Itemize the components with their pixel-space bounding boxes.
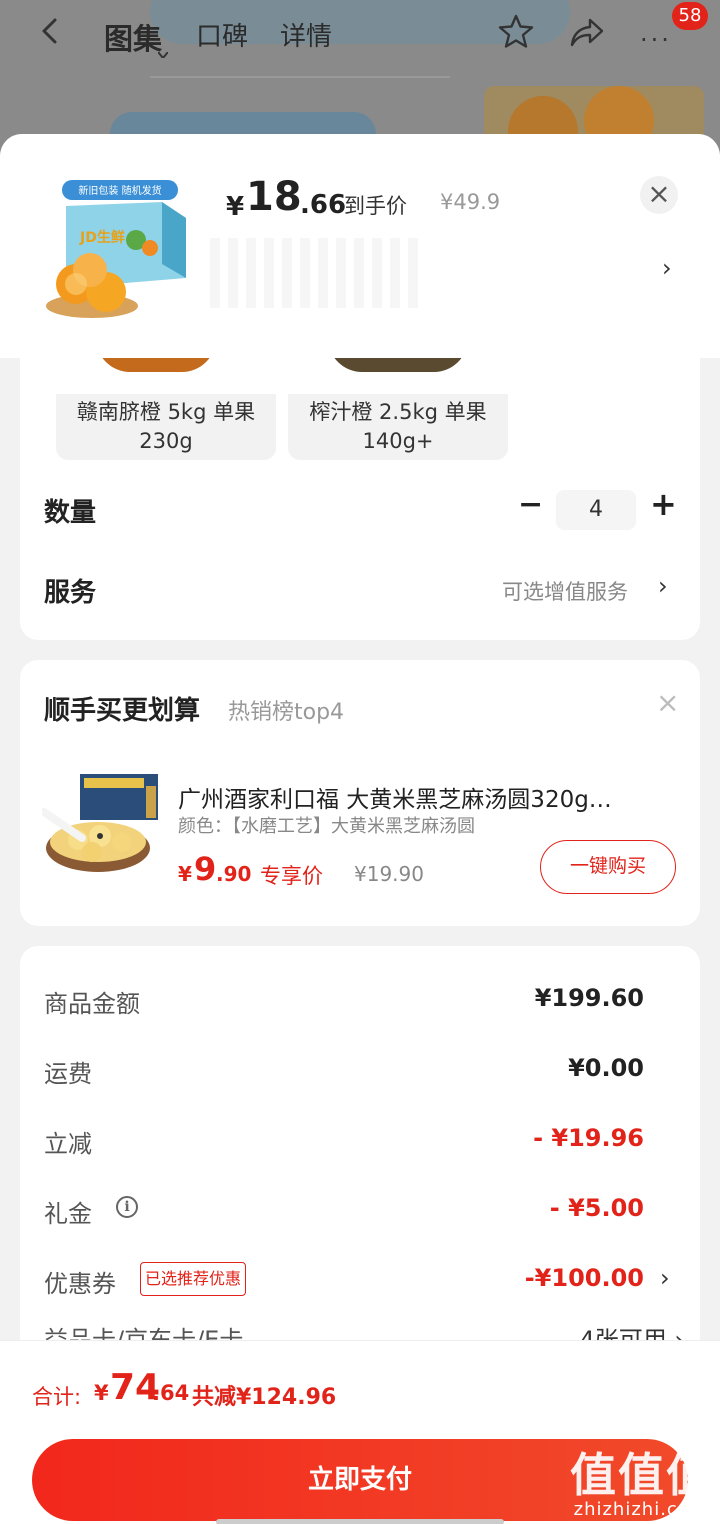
watermark-logo: 值 值 值 zhizhizhi.com [566,1439,716,1524]
summary-row-gift-money: 礼金 i - ¥5.00 [20,1194,700,1234]
product-image[interactable]: 新旧包装 随机发货 JD生鲜 [40,174,200,334]
total-label: 合计: [32,1385,82,1409]
tab-indicator [158,52,168,58]
summary-value: ¥0.00 [568,1054,644,1082]
recommendation-price-integer: 9 [194,850,217,888]
recommendation-title: 顺手买更划算 [44,696,201,726]
spec-options-card: 赣南脐橙 5kg 单果230g 榨汁橙 2.5kg 单果140g+ 数量 − 4… [20,358,700,640]
summary-value: -¥100.00 [524,1264,644,1292]
recommendation-name[interactable]: 广州酒家利口福 大黄米黑芝麻汤圆320g… [178,780,670,814]
tab-reviews[interactable]: 口碑 [196,16,248,53]
recommendation-spec: 颜色：【水磨工艺】大黄米黑芝麻汤圆 [178,816,475,837]
watermark-url: zhizhizhi.com [573,1499,709,1520]
spec-option-navel-orange[interactable]: 赣南脐橙 5kg 单果230g [56,358,276,460]
quantity-label: 数量 [44,498,97,528]
price-tag: 到手价 [344,194,407,218]
service-label: 服务 [44,578,97,608]
recommendation-price-currency: ¥ [178,862,192,886]
summary-value: - ¥19.96 [533,1124,644,1152]
background-divider [150,76,450,78]
summary-label: 立减 [44,1130,92,1158]
summary-row-instant-discount: 立减 - ¥19.96 [20,1124,700,1164]
summary-label: 礼金 [44,1200,92,1228]
info-icon[interactable]: i [116,1196,138,1218]
quantity-input[interactable]: 4 [556,490,636,530]
summary-row-goods-amount: 商品金额 ¥199.60 [20,984,700,1024]
spec-option-juice-orange[interactable]: 榨汁橙 2.5kg 单果140g+ [288,358,508,460]
checkout-bar: 合计: ¥ 74 .64 共减¥124.96 立即支付 值 值 值 zhizhi… [0,1340,720,1524]
price-currency: ¥ [226,192,245,222]
summary-value: - ¥5.00 [549,1194,644,1222]
tab-details[interactable]: 详情 [280,16,332,53]
chevron-right-icon[interactable]: › [662,254,672,282]
purchase-sheet: 新旧包装 随机发货 JD生鲜 ¥ 18 .66 到手价 ¥49.9 × › 赣南… [0,134,720,1524]
recommendation-price-tag: 专享价 [260,864,323,888]
order-summary-card: 商品金额 ¥199.60 运费 ¥0.00 立减 - ¥19.96 礼金 i -… [20,946,700,1366]
original-price: ¥49.9 [440,190,501,214]
recommendation-card: 顺手买更划算 热销榜top4 × 广州酒家利口福 大黄米黑芝麻汤圆320g… 颜… [20,660,700,926]
recommendation-image[interactable] [42,772,164,876]
home-indicator [216,1519,504,1524]
summary-label: 运费 [44,1060,92,1088]
image-banner-text: 新旧包装 随机发货 [78,184,161,197]
service-value[interactable]: 可选增值服务 [502,576,628,606]
recommendation-original-price: ¥19.90 [354,862,424,886]
favorite-star-icon[interactable] [496,12,536,52]
spec-option-label: 榨汁橙 2.5kg 单果140g+ [309,400,487,453]
total-decimal: .64 [152,1381,190,1405]
recommendation-subtitle: 热销榜top4 [228,700,345,725]
chevron-right-icon[interactable]: › [660,1264,670,1292]
blurred-promo-strip [210,238,420,308]
top-nav-bar: 图集 口碑 详情 ··· 58 [0,0,720,72]
watermark-glyph: 值 [666,1448,712,1502]
summary-row-shipping: 运费 ¥0.00 [20,1054,700,1094]
close-icon[interactable]: × [656,686,679,719]
quantity-minus-button[interactable]: − [518,490,543,524]
back-icon[interactable] [36,16,66,46]
spec-option-label: 赣南脐橙 5kg 单果230g [76,400,256,453]
price-integer: 18 [246,174,302,220]
image-brand-text: JD生鲜 [79,229,125,246]
share-icon[interactable] [568,14,606,50]
coupon-recommended-tag: 已选推荐优惠 [140,1262,247,1296]
recommendation-price-decimal: .90 [216,862,252,886]
summary-value: ¥199.60 [534,984,644,1012]
more-icon[interactable]: ··· [640,26,672,54]
summary-row-coupon[interactable]: 优惠券 已选推荐优惠 -¥100.00 › [20,1262,700,1304]
close-icon[interactable]: × [640,176,678,214]
quantity-plus-button[interactable]: + [650,486,677,522]
price-decimal: .66 [300,190,347,220]
message-badge: 58 [672,2,708,30]
watermark-glyph: 值 [570,1448,616,1502]
summary-label: 商品金额 [44,990,140,1018]
one-click-buy-button[interactable]: 一键购买 [540,840,676,894]
chevron-right-icon[interactable]: › [658,572,668,600]
total-currency: ¥ [94,1381,109,1405]
tab-gallery[interactable]: 图集 [104,16,162,58]
total-saved: 共减¥124.96 [192,1385,337,1410]
watermark-glyph: 值 [618,1448,664,1502]
sheet-header: 新旧包装 随机发货 JD生鲜 ¥ 18 .66 到手价 ¥49.9 × › [0,134,720,358]
summary-label: 优惠券 [44,1270,116,1298]
